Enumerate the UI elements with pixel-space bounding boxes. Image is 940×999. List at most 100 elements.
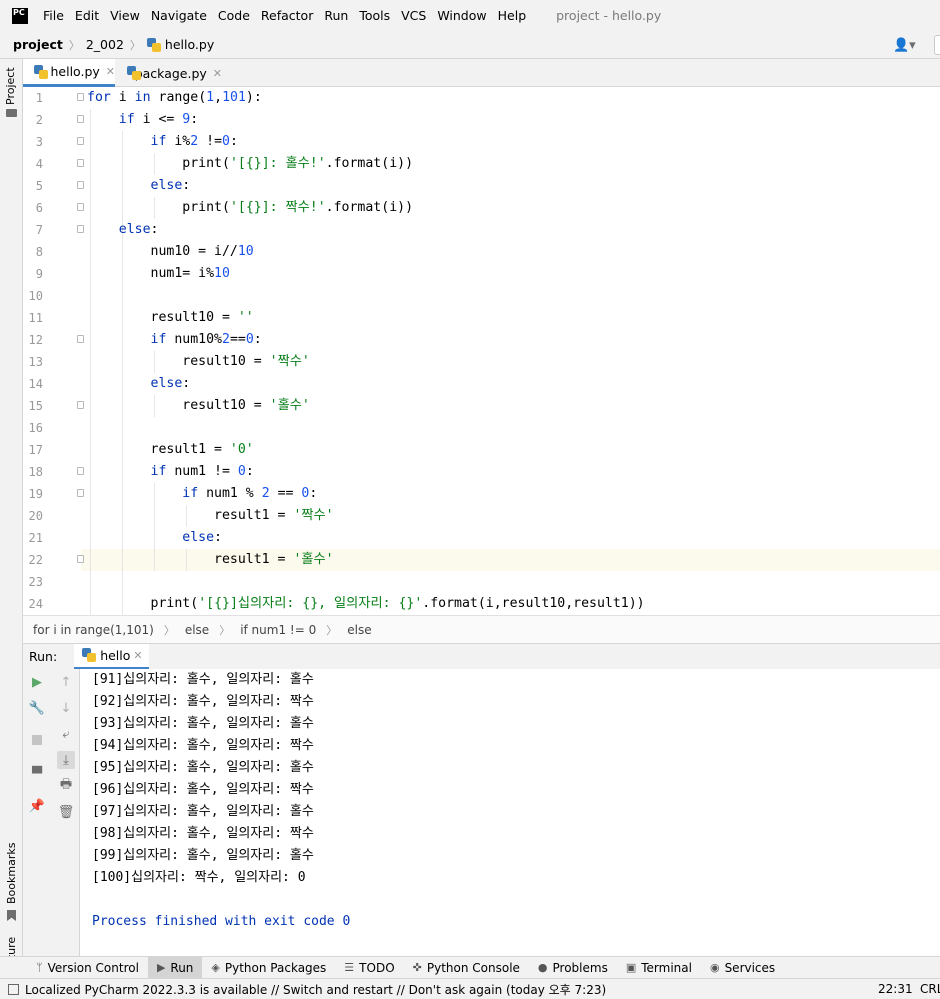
fold-marker-icon[interactable] [77, 555, 84, 563]
menu-navigate[interactable]: Navigate [151, 8, 207, 23]
fold-marker-icon[interactable] [77, 115, 84, 123]
console-line: [92]십의자리: 홀수, 일의자리: 짝수 [92, 694, 314, 709]
close-icon[interactable]: ✕ [106, 65, 115, 78]
services-icon: ◉ [709, 961, 720, 974]
bookmark-icon[interactable] [7, 910, 16, 921]
code-line-4: print('[{}]: 홀수!'.format(i)) [182, 156, 414, 171]
fold-marker-icon[interactable] [77, 489, 84, 497]
update-notification[interactable]: Localized PyCharm 2022.3.3 is available … [25, 981, 606, 998]
line-number: 7 [35, 223, 43, 237]
menu-refactor[interactable]: Refactor [261, 8, 313, 23]
code-crumb[interactable]: else [347, 623, 371, 637]
chevron-right-icon: 〉 [219, 623, 231, 637]
status-bar: Localized PyCharm 2022.3.3 is available … [0, 978, 940, 999]
menu-file[interactable]: File [43, 8, 64, 23]
line-number: 3 [35, 135, 43, 149]
close-icon[interactable]: ✕ [133, 649, 142, 662]
python-console-tool-button[interactable]: ✜ Python Console [404, 957, 529, 979]
code-line-22: result1 = '홀수' [87, 552, 334, 567]
breadcrumb-folder[interactable]: 2_002 [86, 37, 124, 52]
arrow-down-icon[interactable]: ↓ [58, 700, 74, 716]
code-line-12: if num10%2==0: [150, 332, 262, 347]
menu-edit[interactable]: Edit [75, 8, 99, 23]
menu-vcs[interactable]: VCS [401, 8, 426, 23]
line-number: 13 [28, 355, 43, 369]
code-line-18: if num1 != 0: [150, 464, 254, 479]
status-toggle-icon[interactable] [8, 983, 19, 995]
line-number: 1 [35, 91, 43, 105]
python-packages-tool-button[interactable]: ◈ Python Packages [202, 957, 335, 979]
code-line-14: else: [150, 376, 191, 391]
run-tool-button[interactable]: ▶ Run [147, 956, 203, 979]
services-tool-button[interactable]: ◉ Services [701, 957, 784, 979]
fold-marker-icon[interactable] [77, 181, 84, 189]
fold-marker-icon[interactable] [77, 159, 84, 167]
line-separator[interactable]: CRLF [920, 982, 940, 996]
tool-button-label: Problems [552, 960, 608, 975]
code-crumb[interactable]: else [185, 623, 209, 637]
caret-position[interactable]: 22:31 [878, 982, 913, 996]
menu-help[interactable]: Help [498, 8, 527, 23]
console-line: [97]십의자리: 홀수, 일의자리: 홀수 [92, 804, 314, 819]
fold-marker-icon[interactable] [77, 137, 84, 145]
run-window-title: Run: [29, 649, 58, 664]
run-tab-hello[interactable]: hello ✕ [74, 643, 149, 670]
print-icon[interactable]: 🖶 [58, 777, 74, 794]
menu-tools[interactable]: Tools [359, 8, 390, 23]
line-number: 11 [28, 311, 43, 325]
editor-tab-bar: hello.py ✕ package.py ✕ [23, 59, 940, 87]
fold-marker-icon[interactable] [77, 335, 84, 343]
terminal-tool-button[interactable]: ▣ Terminal [617, 957, 701, 979]
run-tab-label: hello [100, 647, 131, 663]
fold-marker-icon[interactable] [77, 401, 84, 409]
tab-package-py[interactable]: package.py ✕ [116, 59, 222, 87]
stop-icon[interactable] [29, 732, 45, 748]
breadcrumb-project[interactable]: project [13, 37, 63, 52]
bookmarks-tool-button[interactable]: Bookmarks [5, 843, 18, 904]
soft-wrap-icon[interactable]: ⤶ [58, 726, 74, 742]
scroll-to-end-icon[interactable]: ⤓ [57, 751, 75, 769]
menu-window[interactable]: Window [437, 8, 486, 23]
line-number: 8 [35, 245, 43, 259]
menu-code[interactable]: Code [218, 8, 250, 23]
line-number: 17 [28, 443, 43, 457]
python-file-icon [127, 66, 141, 80]
fold-marker-icon[interactable] [77, 203, 84, 211]
breadcrumb-file[interactable]: hello.py [165, 37, 214, 52]
run-config-selector[interactable] [934, 35, 940, 55]
project-tool-button[interactable]: Project [4, 67, 17, 105]
code-line-11: result10 = '' [87, 310, 254, 325]
line-number: 18 [28, 465, 43, 479]
wrench-icon[interactable]: 🔧 [29, 700, 45, 716]
run-console-output[interactable]: [91]십의자리: 홀수, 일의자리: 홀수 [92]십의자리: 홀수, 일의자… [80, 669, 940, 956]
code-crumb[interactable]: for i in range(1,101) [33, 623, 154, 637]
tab-label: hello.py [50, 64, 100, 79]
menu-view[interactable]: View [110, 8, 140, 23]
fold-marker-icon[interactable] [77, 225, 84, 233]
user-account-icon[interactable]: 👤▾ [893, 38, 916, 53]
branch-icon: ᛘ [36, 961, 43, 974]
code-editor[interactable]: 1 2 3 4 5 6 7 8 9 10 11 12 13 14 15 16 1… [23, 87, 940, 615]
code-breadcrumb: for i in range(1,101) 〉 else 〉 if num1 !… [23, 615, 940, 643]
line-number: 4 [35, 157, 43, 171]
tab-hello-py[interactable]: hello.py ✕ [23, 59, 115, 87]
pin-icon[interactable]: 📌 [29, 798, 45, 814]
arrow-up-icon[interactable]: ↑ [58, 674, 74, 690]
console-line: [99]십의자리: 홀수, 일의자리: 홀수 [92, 848, 314, 863]
todo-tool-button[interactable]: ☰ TODO [335, 957, 403, 979]
menu-run[interactable]: Run [324, 8, 348, 23]
navigation-bar: project 〉 2_002 〉 hello.py 👤▾ [0, 31, 940, 59]
layout-icon[interactable]: ▀ [29, 766, 45, 782]
bottom-tool-bar: ᛘ Version Control ▶ Run ◈ Python Packages ☰… [0, 956, 940, 979]
python-file-icon [34, 64, 48, 79]
fold-marker-icon[interactable] [77, 467, 84, 475]
folder-icon[interactable] [6, 109, 17, 117]
code-crumb[interactable]: if num1 != 0 [240, 623, 316, 637]
problems-tool-button[interactable]: ● Problems [529, 957, 617, 979]
fold-marker-icon[interactable] [77, 93, 84, 101]
rerun-icon[interactable]: ▶ [29, 674, 45, 690]
close-icon[interactable]: ✕ [213, 67, 222, 80]
trash-icon[interactable]: 🗑 [58, 804, 75, 820]
layers-icon: ◈ [211, 961, 220, 974]
version-control-tool-button[interactable]: ᛘ Version Control [27, 957, 148, 979]
